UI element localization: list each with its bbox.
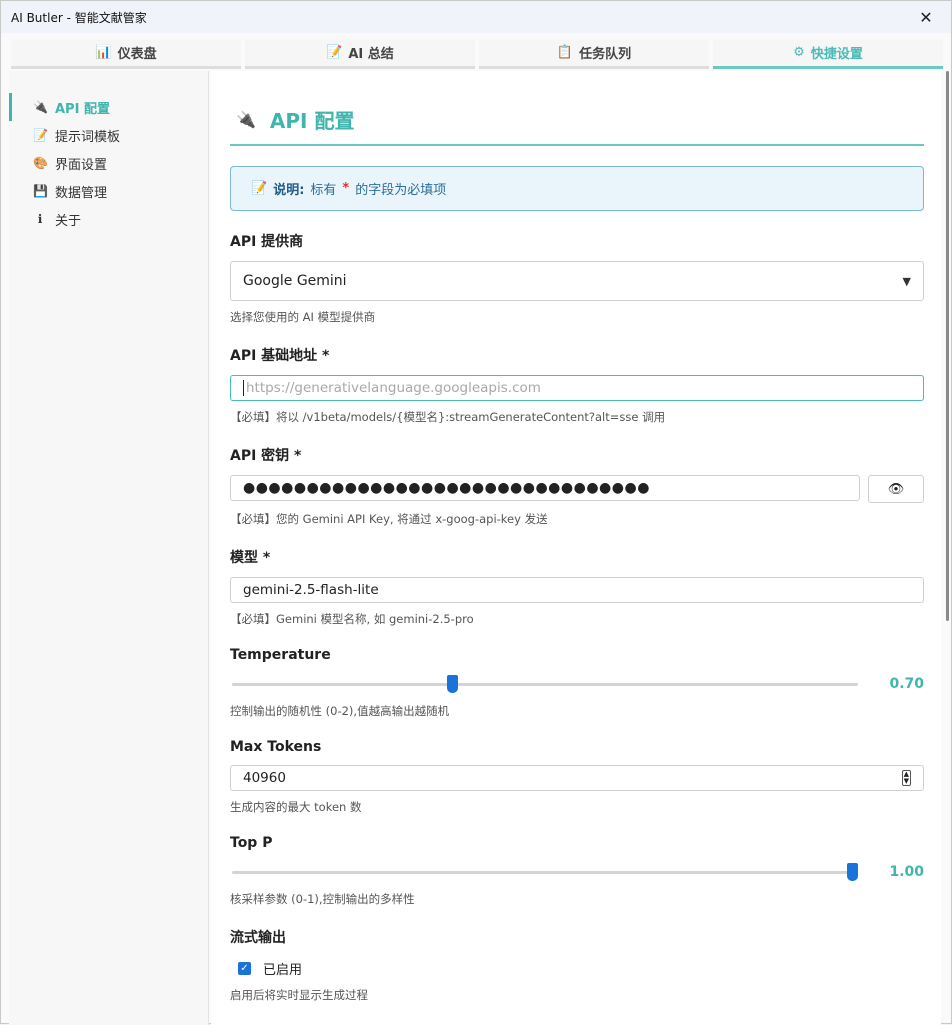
stream-check-label: 已启用 <box>263 962 303 978</box>
stream-toggle[interactable]: ✓ 已启用 <box>230 957 924 979</box>
max-tokens-field: Max Tokens 40960 ▲ ▼ 生成内容的最大 token 数 <box>230 739 924 815</box>
plug-icon: 🔌 <box>236 110 256 129</box>
provider-hint: 选择您使用的 AI 模型提供商 <box>230 310 376 324</box>
top-p-hint: 核采样参数 (0-1),控制输出的多样性 <box>230 892 415 906</box>
tab-dashboard[interactable]: 📊 仪表盘 <box>11 39 241 69</box>
palette-icon: 🎨 <box>33 156 48 170</box>
eye-icon: 👁 <box>887 481 905 497</box>
temperature-field: Temperature 0.70 控制输出的随机性 (0-2),值越高输出越随机 <box>230 647 924 719</box>
model-input[interactable]: gemini-2.5-flash-lite <box>230 577 924 603</box>
top-p-slider-thumb[interactable] <box>847 862 858 881</box>
temperature-slider[interactable] <box>232 674 858 693</box>
sidebar-item-ui-settings[interactable]: 🎨 界面设置 <box>9 149 208 177</box>
api-key-input[interactable]: ●●●●●●●●●●●●●●●●●●●●●●●●●●●●●●●● <box>230 475 860 501</box>
note-text-post: 的字段为必填项 <box>355 183 447 198</box>
temperature-label: Temperature <box>230 647 331 663</box>
temperature-value: 0.70 <box>889 676 924 692</box>
memo-icon: 📝 <box>251 181 268 196</box>
top-p-value: 1.00 <box>889 864 924 880</box>
model-hint: 【必填】Gemini 模型名称, 如 gemini-2.5-pro <box>230 612 474 626</box>
spinner-arrows-icon[interactable]: ▲ ▼ <box>901 770 911 786</box>
stream-label: 流式输出 <box>230 930 286 946</box>
stream-hint: 启用后将实时显示生成过程 <box>230 988 368 1002</box>
max-tokens-label: Max Tokens <box>230 739 322 755</box>
tab-label: 快捷设置 <box>810 47 863 62</box>
provider-select[interactable]: Google Gemini ▼ <box>230 261 924 301</box>
max-tokens-hint: 生成内容的最大 token 数 <box>230 800 362 814</box>
tab-quick-settings[interactable]: ⚙ 快捷设置 <box>713 39 943 69</box>
required-star: * <box>342 181 350 196</box>
sidebar-item-label: 数据管理 <box>55 185 108 201</box>
tab-label: AI 总结 <box>348 47 394 62</box>
main-tabs: 📊 仪表盘 📝 AI 总结 📋 任务队列 ⚙ 快捷设置 <box>9 39 945 69</box>
sidebar-item-data-management[interactable]: 💾 数据管理 <box>9 177 208 205</box>
sidebar-item-prompt-templates[interactable]: 📝 提示词模板 <box>9 121 208 149</box>
memo-icon: 📝 <box>33 128 48 142</box>
provider-label: API 提供商 <box>230 234 304 250</box>
plug-icon: 🔌 <box>33 100 48 114</box>
stream-checkbox[interactable]: ✓ <box>238 961 251 975</box>
sidebar-item-label: 界面设置 <box>55 157 108 173</box>
api-key-hint: 【必填】您的 Gemini API Key, 将通过 x-goog-api-ke… <box>230 512 548 526</box>
sidebar-item-api-config[interactable]: 🔌 API 配置 <box>9 93 208 121</box>
base-url-hint: 【必填】将以 /v1beta/models/{模型名}:streamGenera… <box>230 410 666 424</box>
provider-value: Google Gemini <box>243 273 347 289</box>
window-title: AI Butler - 智能文献管家 <box>11 10 147 25</box>
scrollbar-thumb[interactable] <box>946 71 949 621</box>
page-title-text: API 配置 <box>269 109 355 133</box>
required-fields-note: 📝 说明: 标有 * 的字段为必填项 <box>230 166 924 211</box>
model-label: 模型 * <box>230 550 271 566</box>
api-key-field: API 密钥 * ●●●●●●●●●●●●●●●●●●●●●●●●●●●●●●●… <box>230 445 924 527</box>
settings-content: 🔌 API 配置 📝 说明: 标有 * 的字段为必填项 API 提供商 Goog… <box>211 71 941 1025</box>
provider-field: API 提供商 Google Gemini ▼ 选择您使用的 AI 模型提供商 <box>230 231 924 325</box>
gear-icon: ⚙ <box>793 45 805 60</box>
app-window: AI Butler - 智能文献管家 ✕ 📊 仪表盘 📝 AI 总结 📋 任务队… <box>0 0 952 1025</box>
base-url-field: API 基础地址 * https://generativelanguage.go… <box>230 345 924 425</box>
bar-chart-icon: 📊 <box>95 45 112 60</box>
sidebar-item-label: 关于 <box>55 213 82 229</box>
sidebar-item-label: 提示词模板 <box>55 129 121 145</box>
page-title: 🔌 API 配置 <box>230 105 924 146</box>
sidebar-item-about[interactable]: ℹ 关于 <box>9 205 208 233</box>
settings-sidebar: 🔌 API 配置 📝 提示词模板 🎨 界面设置 💾 数据管理 ℹ 关于 <box>9 71 209 1025</box>
tab-ai-summary[interactable]: 📝 AI 总结 <box>245 39 475 69</box>
top-p-field: Top P 1.00 核采样参数 (0-1),控制输出的多样性 <box>230 835 924 907</box>
toggle-visibility-button[interactable]: 👁 <box>868 475 924 503</box>
model-field: 模型 * gemini-2.5-flash-lite 【必填】Gemini 模型… <box>230 547 924 627</box>
temperature-hint: 控制输出的随机性 (0-2),值越高输出越随机 <box>230 704 450 718</box>
titlebar: AI Butler - 智能文献管家 ✕ <box>1 1 951 33</box>
temperature-slider-thumb[interactable] <box>447 674 459 693</box>
sidebar-item-label: API 配置 <box>55 101 110 117</box>
clipboard-icon: 📋 <box>556 45 574 60</box>
tab-label: 仪表盘 <box>117 47 157 62</box>
note-bold: 说明: <box>273 183 305 198</box>
info-icon: ℹ <box>37 212 43 226</box>
close-icon[interactable]: ✕ <box>911 2 941 32</box>
max-tokens-input[interactable]: 40960 ▲ ▼ <box>230 765 924 791</box>
base-url-input[interactable]: https://generativelanguage.googleapis.co… <box>230 375 924 401</box>
tab-task-queue[interactable]: 📋 任务队列 <box>479 39 709 69</box>
base-url-label: API 基础地址 * <box>230 348 330 364</box>
text-caret <box>243 380 244 396</box>
top-p-slider[interactable] <box>232 862 858 881</box>
top-p-label: Top P <box>230 835 273 851</box>
base-url-placeholder: https://generativelanguage.googleapis.co… <box>246 380 541 396</box>
model-value: gemini-2.5-flash-lite <box>243 582 379 598</box>
memo-icon: 📝 <box>326 45 343 60</box>
floppy-disk-icon: 💾 <box>33 184 48 198</box>
note-text-pre: 标有 <box>310 183 337 198</box>
api-key-label: API 密钥 * <box>230 448 302 464</box>
max-tokens-value: 40960 <box>243 770 286 786</box>
tab-label: 任务队列 <box>579 47 632 62</box>
api-key-masked-value: ●●●●●●●●●●●●●●●●●●●●●●●●●●●●●●●● <box>243 480 650 496</box>
stream-field: 流式输出 ✓ 已启用 启用后将实时显示生成过程 <box>230 927 924 1003</box>
chevron-down-icon: ▼ <box>902 274 911 288</box>
